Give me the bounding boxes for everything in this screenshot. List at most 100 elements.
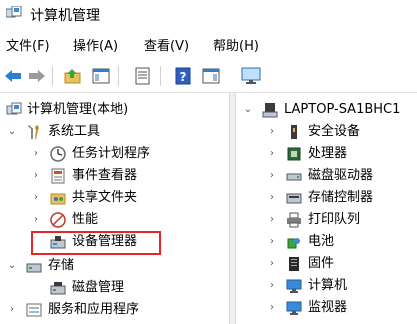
properties-icon	[135, 67, 150, 85]
event-viewer-icon	[51, 168, 65, 184]
tree-root-label: 计算机管理(本地)	[27, 102, 129, 117]
computer-management-icon	[6, 6, 22, 18]
chevron-right-icon[interactable]: ›	[266, 253, 278, 275]
show-hide-tree-button[interactable]	[90, 65, 112, 87]
device-category-disk-drives[interactable]: › 磁盘驱动器	[236, 165, 417, 187]
device-category-label: 存储控制器	[308, 190, 374, 205]
tree-item-services-apps[interactable]: › 服务和应用程序	[0, 299, 229, 321]
chevron-right-icon[interactable]: ›	[266, 275, 278, 297]
computer-monitor-icon	[286, 279, 302, 293]
chevron-right-icon[interactable]: ›	[266, 143, 278, 165]
computer-management-icon	[6, 102, 22, 115]
disk-management-icon	[50, 282, 66, 295]
chevron-right-icon[interactable]: ›	[266, 209, 278, 231]
chevron-right-icon[interactable]: ›	[6, 299, 18, 321]
processor-icon	[287, 147, 301, 161]
back-arrow-icon	[5, 70, 21, 82]
tree-item-label: 存储	[48, 258, 75, 273]
monitor-icon	[286, 301, 302, 315]
device-category-storage-controllers[interactable]: › 存储控制器	[236, 187, 417, 209]
security-device-icon	[291, 125, 297, 139]
up-folder-icon	[64, 69, 81, 84]
shared-folder-icon	[50, 193, 66, 205]
device-category-label: 磁盘驱动器	[308, 168, 374, 183]
tree-item-label: 任务计划程序	[72, 146, 151, 161]
tree-item-task-scheduler[interactable]: › 任务计划程序	[0, 143, 229, 165]
menu-action[interactable]: 操作(A)	[73, 36, 118, 58]
navigation-tree: 计算机管理(本地) ⌄ 系统工具 › 任务计划程序 › 事件查看器 › 共享文件…	[0, 93, 229, 324]
chevron-right-icon[interactable]: ›	[266, 165, 278, 187]
menu-help[interactable]: 帮助(H)	[213, 36, 259, 58]
device-category-processor[interactable]: › 处理器	[236, 143, 417, 165]
window-title: 计算机管理	[30, 8, 100, 24]
help-button[interactable]: ?	[172, 65, 194, 87]
device-category-firmware[interactable]: › 固件	[236, 253, 417, 275]
tree-item-label: 服务和应用程序	[48, 302, 140, 317]
clock-icon	[50, 146, 66, 162]
device-tree-root[interactable]: ⌄ LAPTOP-SA1BHC1	[236, 99, 417, 121]
printer-icon	[287, 212, 301, 228]
chevron-right-icon[interactable]: ›	[266, 297, 278, 319]
forward-arrow-icon	[29, 70, 45, 82]
device-category-computer[interactable]: › 计算机	[236, 275, 417, 297]
chevron-right-icon[interactable]: ›	[30, 209, 42, 231]
tree-item-label: 共享文件夹	[72, 190, 138, 205]
device-category-label: 监视器	[308, 300, 348, 315]
tree-item-label: 性能	[72, 212, 99, 227]
tree-item-system-tools[interactable]: ⌄ 系统工具	[0, 121, 229, 143]
storage-icon	[26, 263, 42, 273]
storage-controller-icon	[286, 193, 302, 204]
chevron-right-icon[interactable]: ›	[30, 187, 42, 209]
device-category-label: 打印队列	[308, 212, 361, 227]
up-button[interactable]	[62, 65, 84, 87]
performance-icon	[50, 212, 66, 228]
device-category-label: 安全设备	[308, 124, 361, 139]
action-pane-button[interactable]	[200, 65, 222, 87]
chevron-right-icon[interactable]: ›	[266, 121, 278, 143]
monitor-button[interactable]	[240, 65, 262, 87]
device-category-security[interactable]: › 安全设备	[236, 121, 417, 143]
device-category-label: 计算机	[308, 278, 348, 293]
toolbar: ?	[0, 60, 417, 93]
tree-item-shared-folders[interactable]: › 共享文件夹	[0, 187, 229, 209]
forward-button[interactable]	[26, 65, 48, 87]
tree-item-label: 系统工具	[48, 124, 101, 139]
tree-item-storage[interactable]: ⌄ 存储	[0, 255, 229, 277]
tools-icon	[28, 125, 39, 139]
battery-icon	[287, 238, 300, 249]
tree-item-event-viewer[interactable]: › 事件查看器	[0, 165, 229, 187]
tree-item-disk-management[interactable]: 磁盘管理	[0, 277, 229, 299]
services-icon	[26, 303, 42, 317]
device-tree: ⌄ LAPTOP-SA1BHC1 › 安全设备 › 处理器 › 磁盘驱动器 › …	[236, 93, 417, 324]
tree-item-performance[interactable]: › 性能	[0, 209, 229, 231]
disk-drive-icon	[286, 173, 302, 181]
svg-text:?: ?	[180, 70, 187, 84]
chevron-down-icon[interactable]: ⌄	[242, 99, 254, 121]
menu-view[interactable]: 查看(V)	[144, 36, 189, 58]
chevron-right-icon[interactable]: ›	[30, 143, 42, 165]
device-category-monitors[interactable]: › 监视器	[236, 297, 417, 319]
chevron-down-icon[interactable]: ⌄	[6, 255, 18, 277]
device-tree-root-label: LAPTOP-SA1BHC1	[284, 102, 401, 117]
firmware-icon	[289, 257, 299, 271]
device-category-label: 固件	[308, 256, 335, 271]
monitor-icon	[241, 67, 261, 84]
computer-icon	[262, 103, 278, 118]
menu-file[interactable]: 文件(F)	[6, 36, 50, 58]
back-button[interactable]	[2, 65, 24, 87]
action-pane-icon	[202, 68, 220, 84]
tree-item-label: 事件查看器	[72, 168, 138, 183]
device-category-batteries[interactable]: › 电池	[236, 231, 417, 253]
device-category-label: 处理器	[308, 146, 348, 161]
selection-highlight	[31, 231, 161, 255]
chevron-down-icon[interactable]: ⌄	[6, 121, 18, 143]
properties-button[interactable]	[132, 65, 154, 87]
title-bar: 计算机管理	[0, 0, 417, 30]
chevron-right-icon[interactable]: ›	[30, 165, 42, 187]
pane-splitter[interactable]	[229, 93, 236, 324]
tree-root[interactable]: 计算机管理(本地)	[0, 99, 229, 121]
chevron-right-icon[interactable]: ›	[266, 231, 278, 253]
device-category-print-queues[interactable]: › 打印队列	[236, 209, 417, 231]
menu-bar: 文件(F) 操作(A) 查看(V) 帮助(H)	[0, 36, 417, 58]
chevron-right-icon[interactable]: ›	[266, 187, 278, 209]
